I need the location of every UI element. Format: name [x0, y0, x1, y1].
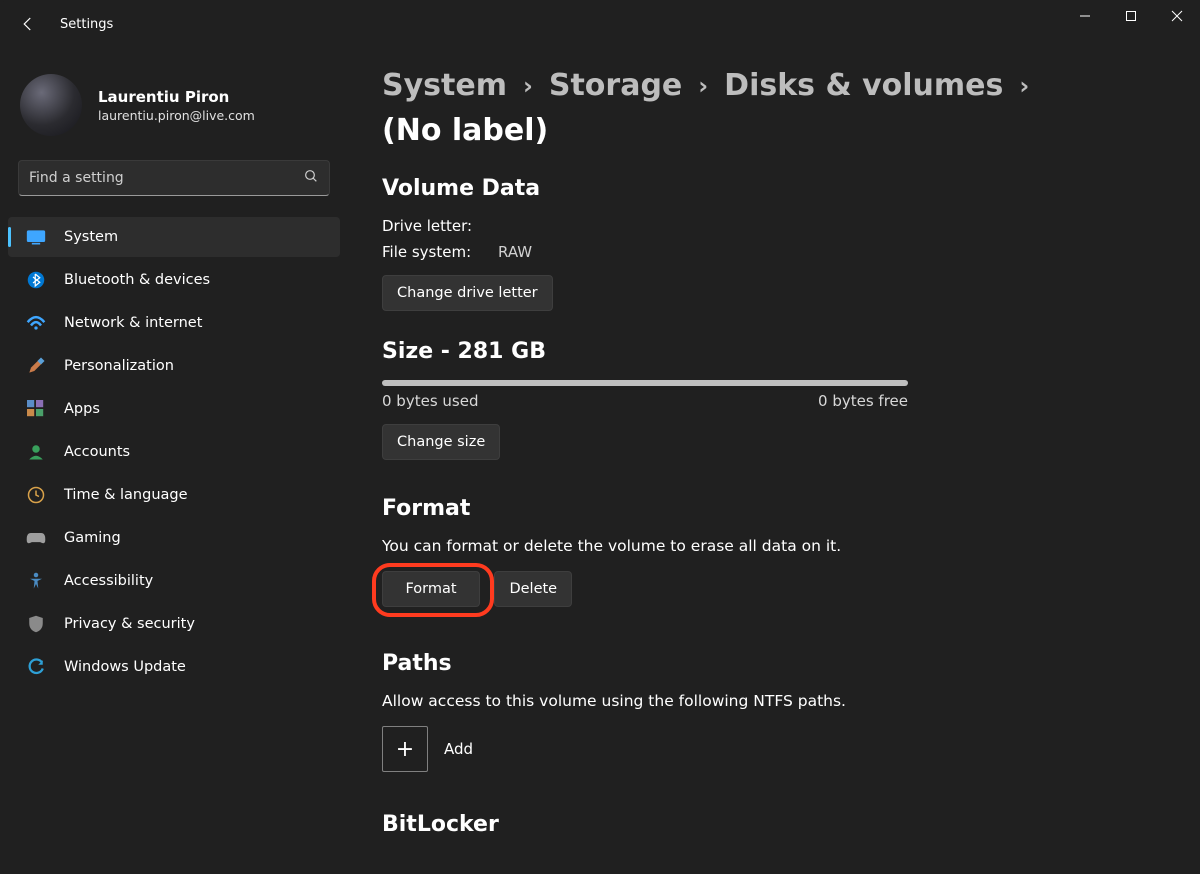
chevron-right-icon: › [521, 72, 535, 100]
format-heading: Format [382, 496, 1150, 521]
paths-heading: Paths [382, 651, 1150, 676]
sidebar-item-label: Accessibility [64, 573, 153, 589]
sidebar-item-network[interactable]: Network & internet [8, 303, 340, 343]
file-system-label: File system: [382, 243, 498, 261]
sidebar-item-label: Privacy & security [64, 616, 195, 632]
chevron-right-icon: › [696, 72, 710, 100]
close-button[interactable] [1154, 0, 1200, 32]
avatar [20, 74, 82, 136]
gaming-icon [26, 528, 46, 548]
sidebar-item-personalization[interactable]: Personalization [8, 346, 340, 386]
network-icon [26, 313, 46, 333]
sidebar-item-time-language[interactable]: Time & language [8, 475, 340, 515]
delete-button[interactable]: Delete [494, 571, 572, 607]
main-content: System › Storage › Disks & volumes › (No… [348, 48, 1200, 874]
time-language-icon [26, 485, 46, 505]
sidebar-item-privacy[interactable]: Privacy & security [8, 604, 340, 644]
sidebar-item-label: Network & internet [64, 315, 202, 331]
breadcrumb: System › Storage › Disks & volumes › (No… [382, 68, 1150, 148]
search-icon [303, 168, 319, 188]
format-button[interactable]: Format [382, 571, 480, 607]
breadcrumb-current: (No label) [382, 113, 548, 148]
settings-window: Settings Laurentiu Piron laurentiu.piron… [0, 0, 1200, 874]
minimize-icon [1079, 10, 1091, 22]
windows-update-icon [26, 657, 46, 677]
maximize-icon [1125, 10, 1137, 22]
sidebar-item-accounts[interactable]: Accounts [8, 432, 340, 472]
search-box[interactable] [18, 160, 330, 196]
sidebar-item-label: Windows Update [64, 659, 186, 675]
sidebar-item-system[interactable]: System [8, 217, 340, 257]
change-drive-letter-button[interactable]: Change drive letter [382, 275, 553, 311]
sidebar-item-label: Apps [64, 401, 100, 417]
breadcrumb-disks-volumes[interactable]: Disks & volumes [724, 68, 1003, 103]
titlebar: Settings [0, 0, 1200, 48]
sidebar-item-accessibility[interactable]: Accessibility [8, 561, 340, 601]
size-used-label: 0 bytes used [382, 392, 478, 410]
add-path-button[interactable]: + [382, 726, 428, 772]
paths-section: Paths Allow access to this volume using … [382, 651, 1150, 772]
sidebar: Laurentiu Piron laurentiu.piron@live.com… [0, 48, 348, 874]
sidebar-item-label: Gaming [64, 530, 121, 546]
volume-data-heading: Volume Data [382, 176, 1150, 201]
sidebar-item-label: Time & language [64, 487, 188, 503]
size-heading: Size - 281 GB [382, 339, 1150, 364]
minimize-button[interactable] [1062, 0, 1108, 32]
add-path-label: Add [444, 740, 473, 758]
back-button[interactable] [18, 14, 38, 34]
close-icon [1171, 10, 1183, 22]
search-input[interactable] [29, 170, 303, 186]
sidebar-item-label: Accounts [64, 444, 130, 460]
window-controls [1062, 0, 1200, 32]
sidebar-item-apps[interactable]: Apps [8, 389, 340, 429]
maximize-button[interactable] [1108, 0, 1154, 32]
paths-description: Allow access to this volume using the fo… [382, 692, 1150, 710]
breadcrumb-system[interactable]: System [382, 68, 507, 103]
size-bar [382, 380, 908, 386]
file-system-value: RAW [498, 243, 532, 261]
system-icon [26, 227, 46, 247]
sidebar-item-label: Personalization [64, 358, 174, 374]
profile-email: laurentiu.piron@live.com [98, 108, 255, 123]
privacy-icon [26, 614, 46, 634]
plus-icon: + [396, 737, 414, 762]
bluetooth-icon [26, 270, 46, 290]
sidebar-item-label: Bluetooth & devices [64, 272, 210, 288]
bitlocker-heading: BitLocker [382, 812, 1150, 837]
navigation: System Bluetooth & devices Network & int… [0, 214, 348, 690]
format-description: You can format or delete the volume to e… [382, 537, 1150, 555]
bitlocker-section: BitLocker [382, 812, 1150, 837]
size-section: Size - 281 GB 0 bytes used 0 bytes free … [382, 339, 1150, 460]
apps-icon [26, 399, 46, 419]
window-title: Settings [60, 17, 113, 32]
sidebar-item-bluetooth[interactable]: Bluetooth & devices [8, 260, 340, 300]
personalization-icon [26, 356, 46, 376]
profile[interactable]: Laurentiu Piron laurentiu.piron@live.com [0, 68, 348, 160]
volume-data-section: Volume Data Drive letter: File system: R… [382, 176, 1150, 311]
sidebar-item-windows-update[interactable]: Windows Update [8, 647, 340, 687]
profile-name: Laurentiu Piron [98, 88, 255, 106]
arrow-left-icon [19, 15, 37, 33]
drive-letter-label: Drive letter: [382, 217, 498, 235]
size-free-label: 0 bytes free [818, 392, 908, 410]
sidebar-item-gaming[interactable]: Gaming [8, 518, 340, 558]
accessibility-icon [26, 571, 46, 591]
chevron-right-icon: › [1017, 72, 1031, 100]
breadcrumb-storage[interactable]: Storage [549, 68, 682, 103]
change-size-button[interactable]: Change size [382, 424, 500, 460]
sidebar-item-label: System [64, 229, 118, 245]
accounts-icon [26, 442, 46, 462]
format-section: Format You can format or delete the volu… [382, 496, 1150, 607]
